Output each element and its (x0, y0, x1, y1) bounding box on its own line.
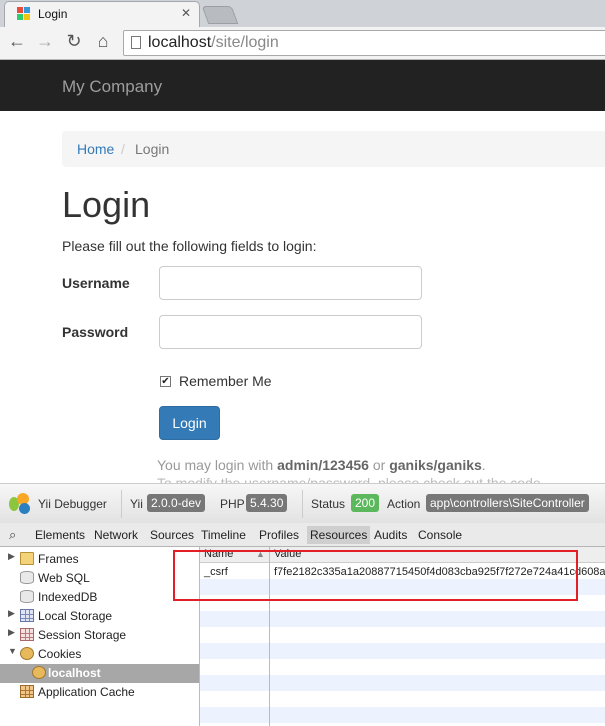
breadcrumb-separator: / (121, 141, 125, 157)
username-label: Username (62, 275, 130, 291)
toolbar-divider (121, 490, 122, 518)
breadcrumb-home-link[interactable]: Home (77, 141, 114, 157)
yii-label: Yii (130, 497, 143, 511)
cookie-icon (32, 666, 46, 679)
tree-item-session-storage[interactable]: ▶ Session Storage (8, 626, 200, 645)
cookie-icon (20, 647, 34, 660)
tab-profiles[interactable]: Profiles (259, 528, 299, 542)
table-stripe (200, 675, 605, 691)
site-navbar: My Company (0, 60, 605, 111)
application-cache-icon (20, 685, 34, 698)
database-icon (20, 571, 34, 584)
tab-audits[interactable]: Audits (374, 528, 407, 542)
intro-text: Please fill out the following fields to … (62, 238, 317, 254)
search-icon[interactable]: ⌕ (9, 527, 16, 543)
page-title: Login (62, 184, 151, 225)
tab-console[interactable]: Console (418, 528, 462, 542)
tab-title: Login (38, 7, 68, 21)
yii-debugger-label[interactable]: Yii Debugger (38, 497, 107, 511)
login-button[interactable]: Login (159, 406, 220, 440)
page-icon (131, 36, 141, 49)
tree-item-local-storage[interactable]: ▶ Local Storage (8, 607, 200, 626)
breadcrumb-active: Login (135, 141, 170, 157)
database-icon (20, 590, 34, 603)
address-bar[interactable]: localhost/site/login (123, 30, 605, 56)
forward-icon[interactable]: → (34, 31, 56, 52)
browser-tabstrip: Login ✕ (0, 0, 605, 27)
yii-version-badge[interactable]: 2.0.0-dev (147, 494, 206, 512)
navbar-brand[interactable]: My Company (62, 77, 162, 97)
password-input[interactable] (159, 315, 422, 349)
highlight-annotation-box (173, 550, 578, 601)
username-input[interactable] (159, 266, 422, 300)
breadcrumb: Home / Login (62, 131, 605, 167)
password-label: Password (62, 324, 129, 340)
yii-logo-icon (9, 493, 37, 515)
browser-toolbar: ← → ↻ ⌂ localhost/site/login (0, 27, 605, 60)
php-version-badge[interactable]: 5.4.30 (246, 494, 288, 512)
storage-grid-icon (20, 609, 34, 622)
storage-grid-icon (20, 628, 34, 641)
url-text: localhost/site/login (148, 34, 279, 51)
tab-network[interactable]: Network (94, 528, 138, 542)
php-label: PHP (220, 497, 245, 511)
browser-tab-login[interactable]: Login ✕ (4, 1, 200, 27)
resources-sidebar: ▶ Frames Web SQL IndexedDB ▶ Local Stora… (0, 547, 200, 726)
expand-arrow-icon[interactable]: ▶ (8, 627, 15, 638)
yii-favicon-icon (17, 7, 31, 21)
devtools-tabbar: ⌕ Elements Network Sources Timeline Prof… (0, 523, 605, 547)
action-label: Action (387, 497, 421, 511)
status-code-badge[interactable]: 200 (351, 494, 380, 512)
tab-resources[interactable]: Resources (307, 526, 371, 544)
action-badge[interactable]: app\controllers\SiteController (426, 494, 589, 512)
collapse-arrow-icon[interactable]: ▼ (8, 646, 17, 656)
toolbar-divider (302, 490, 303, 518)
yii-debug-toolbar: Yii Debugger Yii 2.0.0-dev PHP 5.4.30 St… (0, 483, 605, 523)
tree-item-cookies[interactable]: ▼ Cookies (8, 645, 200, 664)
remember-me-checkbox[interactable]: ✔ (160, 376, 171, 387)
tree-item-localhost[interactable]: localhost (0, 664, 199, 683)
reload-icon[interactable]: ↻ (63, 31, 85, 52)
login-hint-line2: To modify the username/password, please … (157, 475, 541, 483)
close-tab-icon[interactable]: ✕ (181, 6, 191, 20)
table-stripe (200, 611, 605, 627)
new-tab-button[interactable] (201, 6, 239, 24)
folder-icon (20, 552, 34, 565)
login-hint: You may login with admin/123456 or ganik… (157, 457, 486, 473)
remember-me-label[interactable]: Remember Me (179, 373, 272, 389)
expand-arrow-icon[interactable]: ▶ (8, 551, 15, 562)
status-label: Status (311, 497, 346, 511)
tree-item-application-cache[interactable]: Application Cache (20, 683, 200, 702)
expand-arrow-icon[interactable]: ▶ (8, 608, 15, 619)
back-icon[interactable]: ← (6, 31, 28, 52)
tab-sources[interactable]: Sources (150, 528, 194, 542)
table-stripe (200, 707, 605, 723)
tab-elements[interactable]: Elements (35, 528, 85, 542)
tab-timeline[interactable]: Timeline (201, 528, 246, 542)
table-stripe (200, 643, 605, 659)
home-icon[interactable]: ⌂ (92, 31, 114, 52)
